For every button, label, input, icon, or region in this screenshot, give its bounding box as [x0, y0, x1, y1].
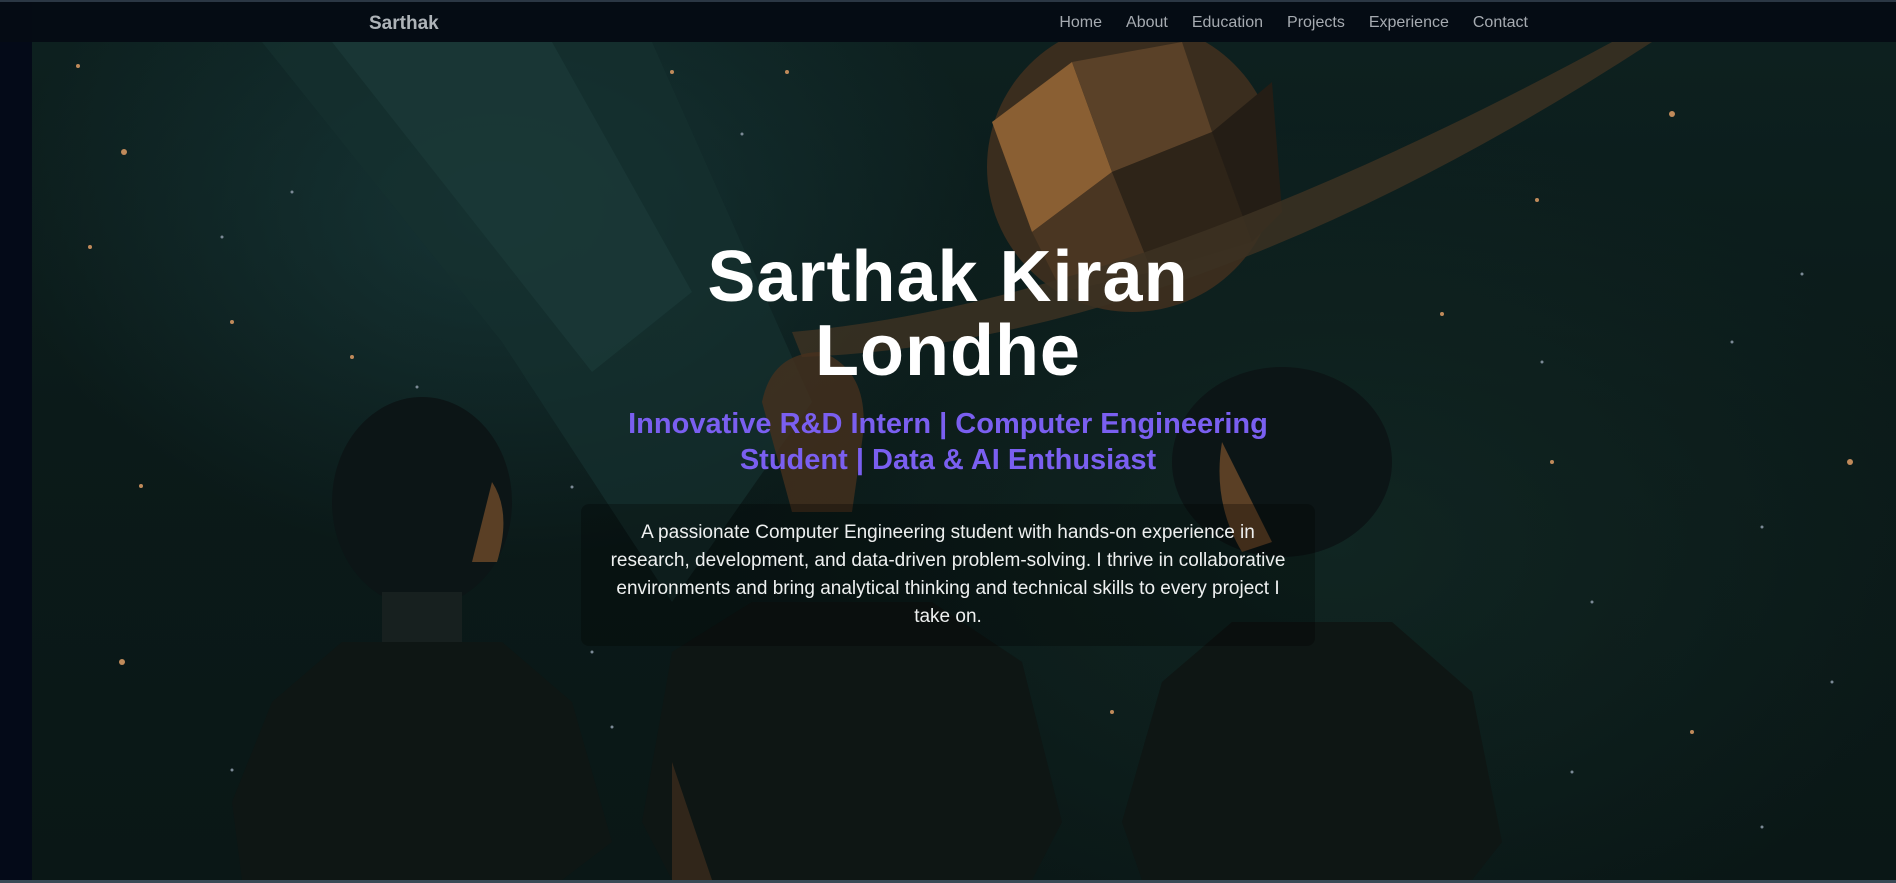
nav-link-about[interactable]: About: [1126, 14, 1168, 32]
nav-link-contact[interactable]: Contact: [1473, 14, 1528, 32]
hero-description-box: A passionate Computer Engineering studen…: [581, 504, 1315, 646]
nav-link-experience[interactable]: Experience: [1369, 14, 1449, 32]
page: Sarthak Home About Education Projects Ex…: [0, 0, 1896, 883]
hero-title: Sarthak Kiran Londhe: [707, 237, 1189, 391]
hero-description: A passionate Computer Engineering studen…: [610, 522, 1286, 627]
top-navbar: Sarthak Home About Education Projects Ex…: [0, 0, 1896, 42]
nav-link-home[interactable]: Home: [1059, 14, 1102, 32]
brand-logo-link[interactable]: Sarthak: [369, 13, 439, 35]
hero-section: Sarthak Kiran Londhe Innovative R&D Inte…: [0, 240, 1896, 646]
nav-links: Home About Education Projects Experience…: [1059, 14, 1528, 32]
hero-subtitle: Innovative R&D Intern | Computer Enginee…: [628, 408, 1268, 476]
nav-link-education[interactable]: Education: [1192, 14, 1263, 32]
nav-link-projects[interactable]: Projects: [1287, 14, 1345, 32]
